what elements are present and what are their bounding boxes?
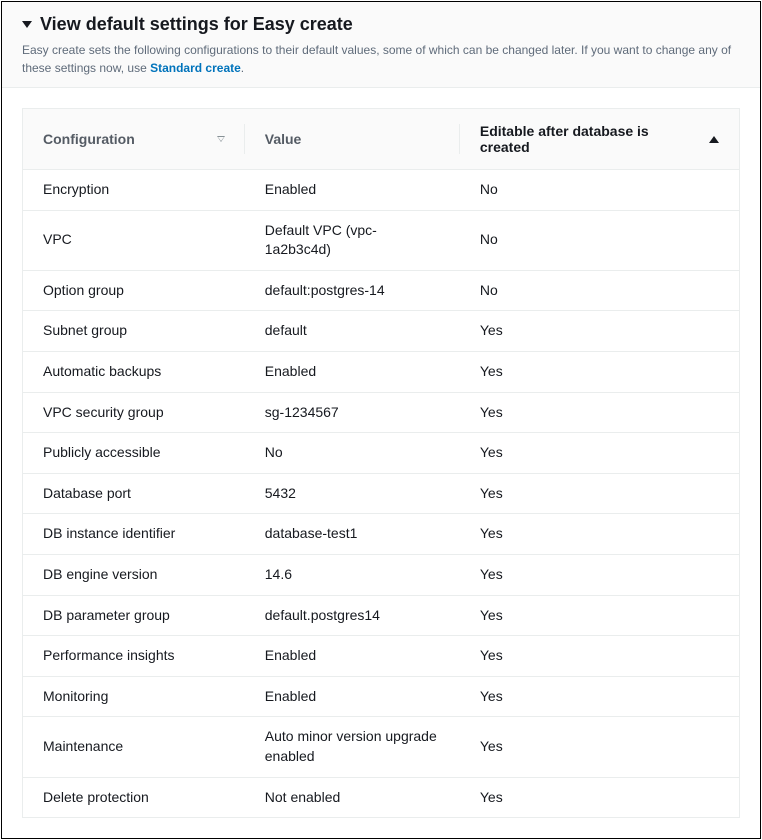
cell-configuration: Delete protection: [23, 777, 245, 818]
column-label: Editable after database is created: [480, 123, 701, 155]
cell-configuration: DB engine version: [23, 554, 245, 595]
cell-configuration: Subnet group: [23, 311, 245, 352]
panel-header: View default settings for Easy create Ea…: [2, 2, 760, 88]
cell-value: default:postgres-14: [245, 270, 460, 311]
cell-value: Not enabled: [245, 777, 460, 818]
table-row: Delete protectionNot enabledYes: [23, 777, 740, 818]
sort-ascending-icon: [709, 136, 719, 143]
easy-create-settings-panel: View default settings for Easy create Ea…: [1, 1, 761, 839]
cell-editable: No: [460, 270, 740, 311]
cell-editable: No: [460, 170, 740, 211]
cell-configuration: Performance insights: [23, 636, 245, 677]
description-text-post: .: [241, 61, 244, 75]
cell-value: Enabled: [245, 636, 460, 677]
table-row: VPCDefault VPC (vpc-1a2b3c4d)No: [23, 210, 740, 270]
cell-editable: Yes: [460, 392, 740, 433]
panel-toggle[interactable]: View default settings for Easy create: [22, 14, 740, 35]
cell-editable: Yes: [460, 636, 740, 677]
cell-configuration: Publicly accessible: [23, 433, 245, 474]
cell-value: default.postgres14: [245, 595, 460, 636]
table-row: DB parameter groupdefault.postgres14Yes: [23, 595, 740, 636]
cell-editable: Yes: [460, 433, 740, 474]
cell-configuration: Option group: [23, 270, 245, 311]
cell-configuration: Encryption: [23, 170, 245, 211]
cell-editable: Yes: [460, 514, 740, 555]
cell-editable: Yes: [460, 554, 740, 595]
cell-editable: No: [460, 210, 740, 270]
cell-configuration: DB instance identifier: [23, 514, 245, 555]
cell-editable: Yes: [460, 473, 740, 514]
cell-value: 5432: [245, 473, 460, 514]
standard-create-link[interactable]: Standard create: [150, 61, 241, 75]
cell-value: default: [245, 311, 460, 352]
cell-configuration: VPC security group: [23, 392, 245, 433]
table-row: Performance insightsEnabledYes: [23, 636, 740, 677]
panel-description: Easy create sets the following configura…: [22, 41, 740, 77]
cell-value: Enabled: [245, 170, 460, 211]
cell-value: 14.6: [245, 554, 460, 595]
cell-editable: Yes: [460, 311, 740, 352]
table-row: EncryptionEnabledNo: [23, 170, 740, 211]
cell-configuration: VPC: [23, 210, 245, 270]
cell-editable: Yes: [460, 351, 740, 392]
column-header-configuration[interactable]: Configuration: [23, 109, 245, 170]
cell-editable: Yes: [460, 717, 740, 777]
cell-value: database-test1: [245, 514, 460, 555]
column-label: Configuration: [43, 131, 135, 147]
default-settings-table: Configuration Value Editable after datab…: [22, 108, 740, 818]
panel-title: View default settings for Easy create: [40, 14, 353, 35]
cell-value: No: [245, 433, 460, 474]
table-row: Automatic backupsEnabledYes: [23, 351, 740, 392]
cell-configuration: Database port: [23, 473, 245, 514]
cell-configuration: DB parameter group: [23, 595, 245, 636]
caret-down-icon: [22, 21, 32, 28]
cell-value: Auto minor version upgrade enabled: [245, 717, 460, 777]
column-label: Value: [265, 131, 302, 147]
table-row: DB instance identifierdatabase-test1Yes: [23, 514, 740, 555]
cell-configuration: Monitoring: [23, 676, 245, 717]
column-header-value[interactable]: Value: [245, 109, 460, 170]
description-text-pre: Easy create sets the following configura…: [22, 43, 731, 75]
cell-value: Enabled: [245, 351, 460, 392]
cell-configuration: Maintenance: [23, 717, 245, 777]
cell-value: Enabled: [245, 676, 460, 717]
table-row: Publicly accessibleNoYes: [23, 433, 740, 474]
table-row: Database port5432Yes: [23, 473, 740, 514]
table-container: Configuration Value Editable after datab…: [2, 88, 760, 838]
table-row: VPC security groupsg-1234567Yes: [23, 392, 740, 433]
cell-editable: Yes: [460, 676, 740, 717]
sort-caret-icon: [217, 136, 225, 142]
table-row: MaintenanceAuto minor version upgrade en…: [23, 717, 740, 777]
table-row: DB engine version14.6Yes: [23, 554, 740, 595]
cell-editable: Yes: [460, 777, 740, 818]
cell-editable: Yes: [460, 595, 740, 636]
cell-value: Default VPC (vpc-1a2b3c4d): [245, 210, 460, 270]
cell-value: sg-1234567: [245, 392, 460, 433]
table-row: Option groupdefault:postgres-14No: [23, 270, 740, 311]
cell-configuration: Automatic backups: [23, 351, 245, 392]
column-header-editable[interactable]: Editable after database is created: [460, 109, 740, 170]
table-row: Subnet groupdefaultYes: [23, 311, 740, 352]
table-row: MonitoringEnabledYes: [23, 676, 740, 717]
